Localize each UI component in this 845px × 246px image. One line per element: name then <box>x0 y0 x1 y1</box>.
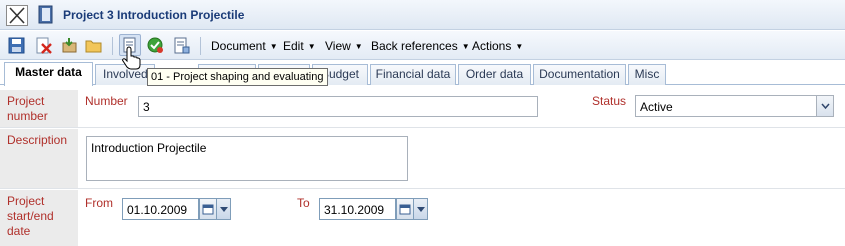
toolbar-separator <box>112 37 113 55</box>
to-date-input[interactable]: 31.10.2009 <box>319 198 396 220</box>
hand-cursor-icon <box>122 46 141 70</box>
tab-master-data[interactable]: Master data <box>4 62 93 86</box>
menu-view[interactable]: View ▼ <box>325 39 363 53</box>
menu-actions[interactable]: Actions ▼ <box>472 39 523 53</box>
calendar-icon[interactable] <box>396 198 414 220</box>
tab-misc[interactable]: Misc <box>628 64 666 85</box>
description-textarea[interactable]: Introduction Projectile <box>86 136 408 181</box>
title-bar: Project 3 Introduction Projectile <box>0 0 845 30</box>
menu-back-references[interactable]: Back references ▼ <box>371 39 470 53</box>
chevron-down-icon[interactable] <box>816 96 833 116</box>
report-icon[interactable] <box>173 37 190 54</box>
to-label: To <box>297 196 310 210</box>
from-date-input[interactable]: 01.10.2009 <box>122 198 199 220</box>
status-label: Status <box>592 94 627 108</box>
window-title: Project 3 Introduction Projectile <box>63 8 245 22</box>
close-icon[interactable] <box>6 5 28 26</box>
tooltip: 01 - Project shaping and evaluating <box>147 68 328 86</box>
toolbar-separator <box>200 37 201 55</box>
menu-edit[interactable]: Edit ▼ <box>283 39 316 53</box>
description-label: Description <box>0 129 78 188</box>
project-document-icon <box>38 5 53 24</box>
caret-down-icon: ▼ <box>269 42 278 51</box>
delete-icon[interactable] <box>35 37 52 54</box>
tab-documentation[interactable]: Documentation <box>533 64 626 85</box>
number-input[interactable]: 3 <box>138 96 538 117</box>
save-icon[interactable] <box>8 37 25 54</box>
row-project-number: Project number Number 3 Status Active <box>0 90 845 128</box>
from-label: From <box>85 196 113 210</box>
chevron-down-icon <box>220 207 228 212</box>
caret-down-icon: ▼ <box>307 42 316 51</box>
project-dates-label: Project start/end date <box>0 190 78 246</box>
open-folder-icon[interactable] <box>85 37 102 54</box>
to-date-dropdown[interactable] <box>414 198 428 220</box>
menu-document[interactable]: Document ▼ <box>211 39 278 53</box>
number-label: Number <box>85 94 128 108</box>
caret-down-icon: ▼ <box>354 42 363 51</box>
calendar-icon[interactable] <box>199 198 217 220</box>
tab-order-data[interactable]: Order data <box>458 64 531 85</box>
check-refresh-icon[interactable] <box>147 37 164 54</box>
status-value: Active <box>640 100 673 114</box>
row-project-dates: Project start/end date From 01.10.2009 T… <box>0 190 845 246</box>
row-description: Description Introduction Projectile <box>0 129 845 189</box>
project-number-label: Project number <box>0 90 78 127</box>
caret-down-icon: ▼ <box>515 42 524 51</box>
chevron-down-icon <box>417 207 425 212</box>
status-select[interactable]: Active <box>635 95 834 117</box>
new-icon[interactable] <box>61 37 78 54</box>
tab-financial-data[interactable]: Financial data <box>370 64 456 85</box>
caret-down-icon: ▼ <box>461 42 470 51</box>
from-date-dropdown[interactable] <box>217 198 231 220</box>
